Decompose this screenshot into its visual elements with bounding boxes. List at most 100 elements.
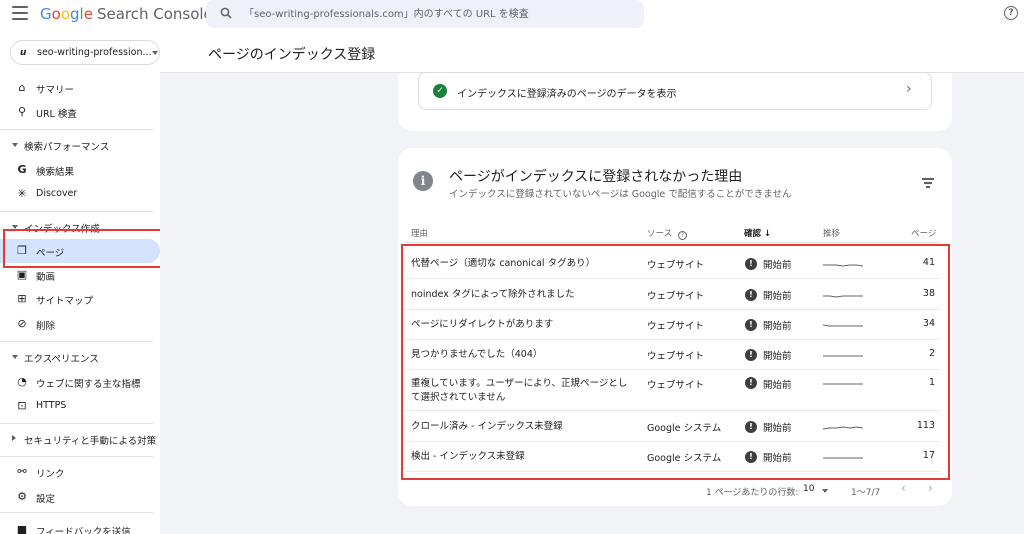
table-row[interactable]: noindex タグによって除外されました ウェブサイト! 開始前 38	[405, 279, 940, 310]
row-source: ウェブサイト	[647, 291, 705, 302]
sidebar-divider	[0, 129, 153, 130]
asterisk-icon: ✳	[17, 187, 27, 200]
row-page-count: 34	[922, 318, 935, 329]
column-header-reason[interactable]: 理由	[411, 227, 428, 239]
row-source: Google システム	[647, 423, 722, 434]
table-row[interactable]: 見つかりませんでした（404） ウェブサイト! 開始前 2	[405, 340, 940, 370]
view-indexed-pages-link[interactable]: ✓ インデックスに登録済みのページのデータを表示 ›	[418, 72, 932, 110]
table-row[interactable]: 検出 - インデックス未登録 Google システム! 開始前 17	[405, 442, 940, 472]
search-icon: ⚲	[17, 105, 27, 118]
url-inspection-search[interactable]	[206, 0, 644, 28]
table-row[interactable]: クロール済み - インデックス未登録 Google システム! 開始前 113	[405, 411, 940, 442]
row-source: ウェブサイト	[647, 380, 705, 391]
table-header-divider	[405, 242, 940, 243]
row-trend-sparkline	[823, 295, 863, 298]
sidebar-item-feedback[interactable]: ■ フィードバックを送信	[0, 518, 160, 534]
trend-line	[823, 295, 863, 298]
chevron-right-icon: ›	[906, 81, 912, 97]
sidebar-item-https[interactable]: ⊡ HTTPS	[0, 394, 160, 418]
sidebar-item-search-results[interactable]: G 検索結果	[0, 158, 160, 182]
row-reason: noindex タグによって除外されました	[411, 289, 575, 300]
lock-icon: ⊡	[17, 399, 27, 412]
row-reason: 検出 - インデックス未登録	[411, 451, 525, 462]
row-page-count: 17	[922, 450, 935, 461]
row-reason: 見つかりませんでした（404）	[411, 349, 543, 360]
row-validation-status: 開始前	[763, 321, 792, 332]
row-validation-status: 開始前	[763, 423, 792, 434]
row-validation-status: 開始前	[763, 291, 792, 302]
help-circle-icon[interactable]: ?	[678, 231, 688, 240]
search-input[interactable]	[244, 6, 634, 22]
alert-icon: !	[745, 451, 757, 463]
chevron-down-icon	[12, 355, 18, 359]
column-header-trend[interactable]: 推移	[823, 227, 840, 239]
section-security[interactable]: セキュリティと手動による対策	[0, 431, 160, 449]
column-header-validation[interactable]: 確認 ↓	[744, 227, 771, 239]
info-icon: i	[413, 171, 433, 191]
video-icon: ▣	[16, 268, 28, 281]
reasons-subtitle: インデックスに登録されていないページは Google で配信することができません	[449, 189, 792, 200]
row-source: ウェブサイト	[647, 351, 705, 362]
sidebar-item-links[interactable]: ⚯ リンク	[0, 460, 160, 484]
arrow-down-icon: ↓	[763, 229, 772, 239]
google-search-console-logo[interactable]: Google Search Console	[40, 5, 213, 23]
prev-page-button[interactable]: ‹	[901, 481, 906, 495]
row-trend-sparkline	[823, 324, 863, 327]
row-page-count: 113	[916, 420, 935, 431]
column-header-source[interactable]: ソース?	[647, 227, 688, 240]
eye-off-icon: ⊘	[17, 317, 27, 330]
trend-line	[823, 264, 863, 267]
alert-icon: !	[745, 377, 757, 389]
chevron-down-icon	[822, 489, 828, 493]
row-validation-status: 開始前	[763, 453, 792, 464]
sidebar-item-url-inspection[interactable]: ⚲ URL 検査	[0, 100, 160, 124]
sidebar-item-sitemaps[interactable]: ⊞ サイトマップ	[0, 287, 160, 311]
row-source: Google システム	[647, 453, 722, 464]
column-header-pages[interactable]: ページ	[911, 227, 936, 239]
sidebar-item-core-web-vitals[interactable]: ◔ ウェブに関する主な指標	[0, 370, 160, 394]
section-performance[interactable]: 検索パフォーマンス	[0, 137, 160, 155]
sidebar-divider	[0, 423, 153, 424]
alert-icon: !	[745, 289, 757, 301]
trend-line	[823, 324, 863, 327]
row-source: ウェブサイト	[647, 321, 705, 332]
help-circle-icon[interactable]: ?	[1004, 6, 1018, 20]
row-page-count: 38	[922, 288, 935, 299]
sidebar-divider	[0, 211, 153, 212]
hamburger-menu-icon[interactable]	[12, 6, 28, 20]
table-row[interactable]: ページにリダイレクトがあります ウェブサイト! 開始前 34	[405, 310, 940, 340]
sidebar-item-summary[interactable]: ⌂ サマリー	[0, 76, 160, 100]
row-reason: 重複しています。ユーザーにより、正規ページとして選択されていません	[411, 378, 628, 403]
highlight-box-pages	[3, 229, 166, 268]
rows-per-page-select[interactable]: 10	[803, 483, 833, 497]
row-validation-status: 開始前	[763, 351, 792, 362]
pagination-range: 1〜7/7	[851, 488, 881, 498]
gear-icon: ⚙	[17, 490, 27, 503]
sidebar-divider	[0, 341, 153, 342]
check-circle-icon: ✓	[433, 84, 447, 98]
sidebar-item-removals[interactable]: ⊘ 削除	[0, 312, 160, 336]
alert-icon: !	[745, 421, 757, 433]
row-page-count: 1	[928, 377, 935, 388]
filter-icon[interactable]	[922, 178, 934, 188]
sidebar-item-settings[interactable]: ⚙ 設定	[0, 485, 160, 509]
alert-icon: !	[745, 258, 757, 270]
row-reason: 代替ページ（適切な canonical タグあり）	[411, 258, 596, 269]
row-trend-sparkline	[823, 355, 863, 357]
sidebar-divider	[0, 512, 153, 513]
sidebar-item-discover[interactable]: ✳ Discover	[0, 182, 160, 206]
section-experience[interactable]: エクスペリエンス	[0, 349, 160, 367]
home-icon: ⌂	[18, 81, 26, 94]
google-g-icon: G	[17, 163, 27, 176]
row-trend-sparkline	[823, 264, 863, 267]
next-page-button[interactable]: ›	[928, 481, 933, 495]
table-row[interactable]: 代替ページ（適切な canonical タグあり） ウェブサイト! 開始前 41	[405, 248, 940, 279]
alert-icon: !	[745, 349, 757, 361]
search-icon	[220, 7, 232, 19]
feedback-icon: ■	[16, 523, 28, 534]
property-selector[interactable]: u seo-writing-profession...	[10, 40, 160, 65]
reasons-title: ページがインデックスに登録されなかった理由	[449, 169, 743, 185]
row-page-count: 41	[922, 257, 935, 268]
row-validation-status: 開始前	[763, 380, 792, 391]
table-row[interactable]: 重複しています。ユーザーにより、正規ページとして選択されていません ウェブサイト!…	[405, 370, 940, 411]
